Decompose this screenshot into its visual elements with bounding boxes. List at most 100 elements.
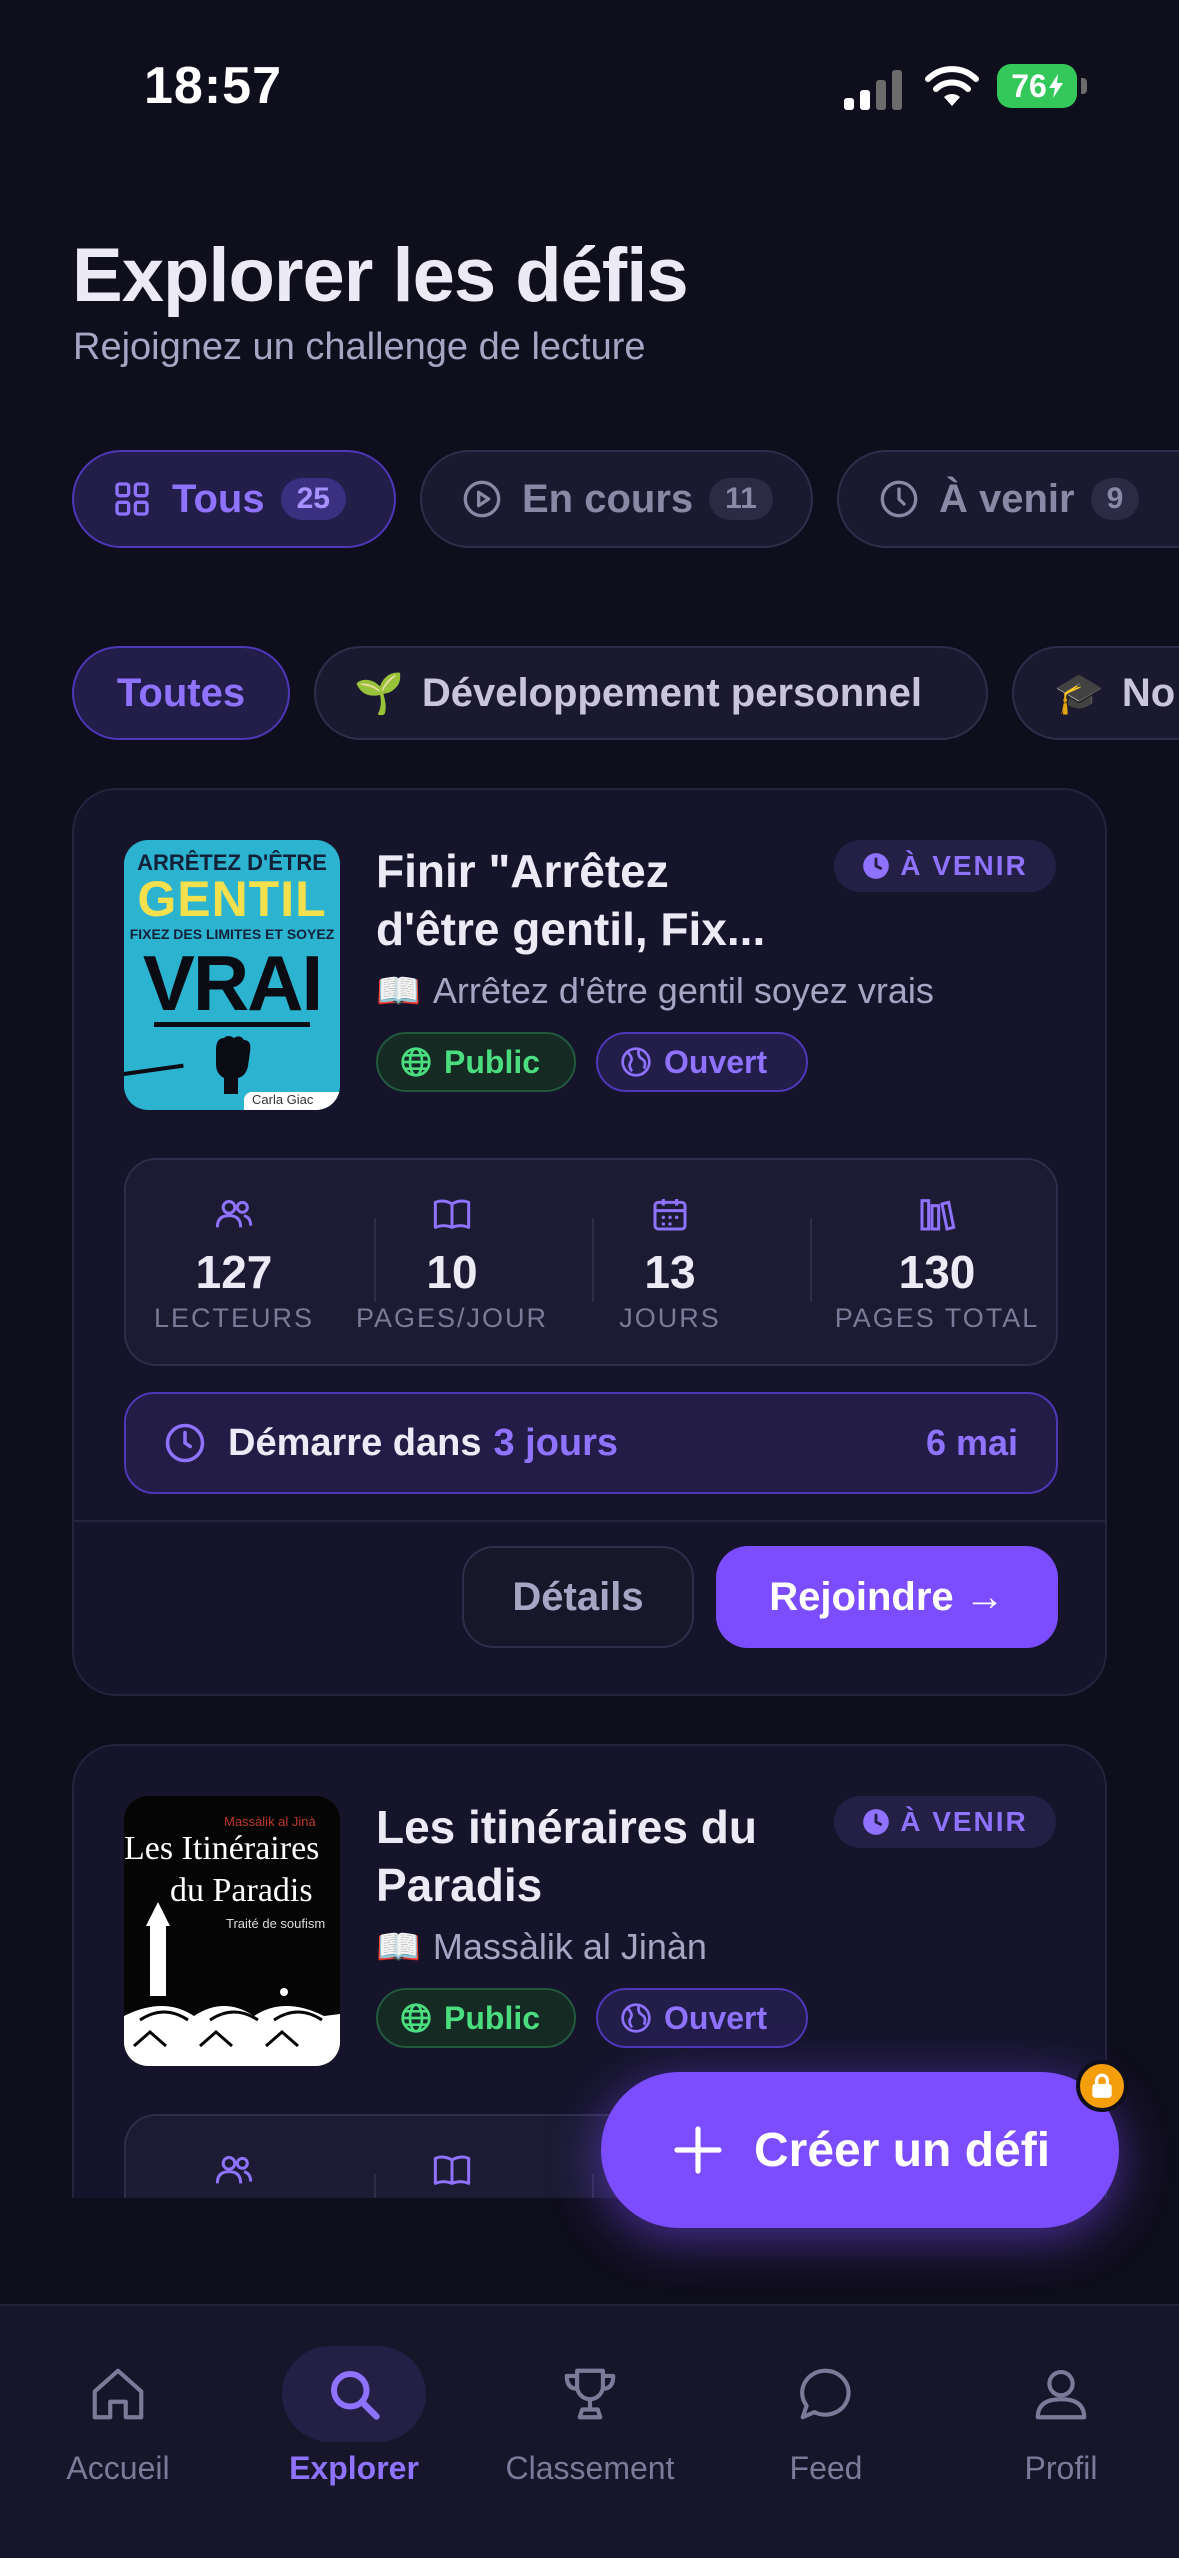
access-label: Ouvert <box>664 1043 768 1080</box>
cover-text: Massàlik al Jinà <box>224 1814 316 1829</box>
category-label: Toutes <box>116 670 246 715</box>
challenge-title-line: d'être gentil, Fix... <box>376 903 766 955</box>
stats-panel: 127 LECTEURS 10 PAGES/JOUR 13 JOURS 130 … <box>124 1158 1058 1366</box>
user-icon <box>1035 2369 1087 2420</box>
open-book-icon: 📖 <box>376 1926 421 1967</box>
chat-bubble-icon <box>800 2368 851 2420</box>
challenge-title-line: Les itinéraires du <box>376 1801 757 1853</box>
battery-indicator: 76 <box>997 64 1077 108</box>
nav-profile[interactable]: Profil <box>943 2346 1179 2487</box>
book-open-icon <box>433 2155 471 2185</box>
join-button[interactable]: Rejoindre → <box>716 1546 1058 1648</box>
cover-text: GENTIL <box>137 871 327 927</box>
start-date: 6 mai <box>925 1422 1018 1463</box>
filter-label: En cours <box>522 476 694 521</box>
start-value: 3 jours <box>493 1421 619 1464</box>
details-button[interactable]: Détails <box>462 1546 694 1648</box>
globe-icon <box>401 2003 431 2033</box>
calendar-icon <box>653 1199 687 1231</box>
access-tag: Ouvert <box>596 1988 808 2048</box>
nav-label: Feed <box>789 2450 863 2486</box>
category-label: No <box>1121 670 1176 715</box>
visibility-label: Public <box>444 1043 541 1080</box>
start-countdown: Démarre dans 3 jours 6 mai <box>124 1392 1058 1494</box>
status-badge-label: À VENIR <box>900 1806 1028 1837</box>
nav-label: Explorer <box>289 2450 419 2486</box>
charging-bolt-icon <box>1048 74 1063 98</box>
category-chip-next[interactable]: 🎓 No <box>1012 646 1179 740</box>
bottom-navigation: Accueil Explorer Classement Feed Profil <box>0 2304 1179 2558</box>
cover-text: VRAI <box>142 939 323 1027</box>
cover-text: Les Itinéraires <box>124 1830 320 1867</box>
access-label: Ouvert <box>664 1999 768 2036</box>
create-challenge-label: Créer un défi <box>753 2123 1051 2177</box>
category-chip-all[interactable]: Toutes <box>72 646 290 740</box>
cover-rule <box>154 1022 310 1027</box>
globe-icon <box>401 1047 431 1077</box>
clock-icon <box>863 1809 890 1835</box>
stat-pages-per-day: 10 PAGES/JOUR <box>344 1160 560 1334</box>
lock-icon <box>1076 2060 1128 2112</box>
stat-label: PAGES/JOUR <box>355 1303 549 1333</box>
status-badge: À VENIR <box>834 840 1056 892</box>
status-badge-label: À VENIR <box>900 850 1028 881</box>
nav-explore[interactable]: Explorer <box>236 2346 472 2487</box>
filter-tab-all[interactable]: Tous 25 <box>72 450 396 548</box>
raised-fist-icon <box>216 1036 251 1094</box>
mosque-illustration <box>124 1902 340 2066</box>
page-title: Explorer les défis <box>72 233 689 318</box>
nav-leaderboard[interactable]: Classement <box>472 2346 708 2487</box>
category-label: Développement personnel <box>421 670 922 715</box>
challenge-card[interactable]: ARRÊTEZ D'ÊTRE GENTIL FIXEZ DES LIMITES … <box>72 788 1107 1696</box>
seedling-icon: 🌱 <box>354 671 404 716</box>
earth-icon <box>621 1047 651 1077</box>
stat-value: 130 <box>898 1246 976 1298</box>
nav-active-indicator <box>282 2346 426 2442</box>
challenge-title-line: Paradis <box>376 1859 543 1911</box>
filter-count: 9 <box>1090 478 1140 520</box>
battery-level: 76 <box>1011 67 1047 104</box>
nav-home[interactable]: Accueil <box>0 2346 236 2487</box>
clock-icon <box>880 480 918 518</box>
stat-value: 10 <box>426 1246 478 1298</box>
stat-label: PAGES TOTAL <box>834 1303 1040 1333</box>
nav-label: Classement <box>505 2450 675 2486</box>
book-name: 📖 Arrêtez d'être gentil soyez vrais <box>376 970 934 1012</box>
cover-chain <box>124 1063 184 1085</box>
stat-days: 13 JOURS <box>562 1160 778 1334</box>
challenge-title[interactable]: Les itinéraires du Paradis <box>376 1798 816 1914</box>
filter-count: 11 <box>709 478 773 520</box>
book-title: Massàlik al Jinàn <box>432 1926 707 1967</box>
challenge-title[interactable]: Finir "Arrêtez d'être gentil, Fix... <box>376 842 816 958</box>
nav-label: Profil <box>1024 2450 1098 2486</box>
book-title: Arrêtez d'être gentil soyez vrais <box>432 970 934 1011</box>
stat-divider <box>810 1218 812 1302</box>
battery-nub <box>1081 78 1087 94</box>
card-divider <box>74 1520 1105 1522</box>
grid-icon <box>115 482 149 516</box>
create-challenge-button[interactable]: Créer un défi <box>601 2072 1119 2228</box>
library-icon <box>920 1199 956 1231</box>
stat-label: JOURS <box>619 1303 721 1333</box>
clock-icon <box>863 853 890 879</box>
status-time: 18:57 <box>144 57 282 115</box>
stat-divider <box>374 2174 376 2198</box>
stat-label: LECTEURS <box>153 1303 315 1333</box>
visibility-tag: Public <box>376 1988 576 2048</box>
clock-icon <box>165 1423 205 1463</box>
category-chip-personal-development[interactable]: 🌱 Développement personnel <box>314 646 988 740</box>
stat-divider <box>592 2174 594 2198</box>
stat-value: 127 <box>195 1246 273 1298</box>
graduation-cap-icon: 🎓 <box>1054 671 1104 716</box>
users-icon <box>215 2156 253 2184</box>
filter-tab-in-progress[interactable]: En cours 11 <box>420 450 813 548</box>
users-icon <box>215 1200 253 1228</box>
cover-author: Carla Giac <box>244 1092 340 1110</box>
filter-tab-upcoming[interactable]: À venir 9 <box>837 450 1179 548</box>
visibility-tag: Public <box>376 1032 576 1092</box>
earth-icon <box>621 2003 651 2033</box>
nav-feed[interactable]: Feed <box>708 2346 944 2487</box>
book-cover: ARRÊTEZ D'ÊTRE GENTIL FIXEZ DES LIMITES … <box>124 840 340 1110</box>
access-tag: Ouvert <box>596 1032 808 1092</box>
stat-value: 13 <box>644 1246 696 1298</box>
